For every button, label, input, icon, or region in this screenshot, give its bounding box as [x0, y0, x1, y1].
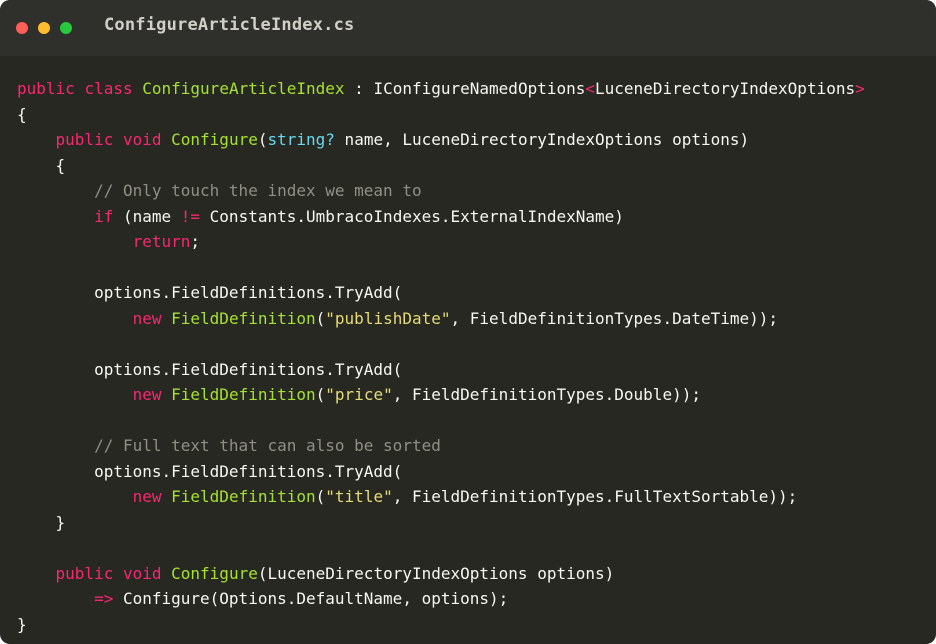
code-token-keyword: void: [122, 563, 162, 583]
code-token-type: ConfigureArticleIndex: [142, 79, 345, 98]
code-token-plain: options.FieldDefinitions.TryAdd(: [17, 461, 403, 481]
code-token-keyword: class: [84, 79, 133, 98]
code-token-type: FieldDefinition: [171, 487, 316, 506]
code-line: new FieldDefinition("price", FieldDefini…: [17, 382, 865, 408]
code-line: }: [17, 510, 865, 536]
code-block[interactable]: public class ConfigureArticleIndex : ICo…: [17, 76, 865, 637]
code-window: ConfigureArticleIndex.cs public class Co…: [0, 0, 936, 644]
code-token-keyword: return: [132, 232, 191, 251]
code-line: new FieldDefinition("publishDate", Field…: [17, 306, 865, 332]
code-token-plain: (: [315, 487, 326, 506]
code-token-keyword: public: [17, 79, 75, 98]
code-token-plain: (: [315, 308, 326, 328]
code-token-keyword: <: [585, 79, 596, 98]
code-token-plain: {: [17, 155, 66, 175]
code-token-keyword: public: [55, 130, 114, 149]
code-line: public void Configure(string? name, Luce…: [17, 127, 865, 153]
code-token-plain: LuceneDirectoryIndexOptions: [595, 79, 856, 98]
code-token-keyword: =>: [94, 589, 114, 608]
code-token-keyword: !=: [180, 206, 201, 226]
code-token-plain: options.FieldDefinitions.TryAdd(: [17, 283, 403, 302]
file-title: ConfigureArticleIndex.cs: [104, 15, 355, 35]
code-token-string: "price": [325, 385, 393, 404]
code-token-type: FieldDefinition: [171, 308, 316, 328]
code-token-plain: options.FieldDefinitions.TryAdd(: [17, 359, 403, 379]
code-line: {: [17, 153, 865, 179]
code-token-plain: , FieldDefinitionTypes.Double));: [392, 385, 701, 404]
code-line: options.FieldDefinitions.TryAdd(: [17, 357, 865, 383]
code-token-plain: , FieldDefinitionTypes.DateTime));: [450, 308, 779, 328]
code-token-plain: }: [17, 614, 27, 634]
code-token-string: "title": [325, 487, 393, 506]
code-line: // Only touch the index we mean to: [17, 178, 865, 204]
code-line: public void Configure(LuceneDirectoryInd…: [17, 561, 865, 587]
title-bar: ConfigureArticleIndex.cs: [0, 0, 936, 56]
code-token-keyword: new: [132, 385, 162, 404]
code-token-comment: // Only touch the index we mean to: [94, 181, 422, 200]
code-token-plain: (name: [113, 206, 181, 226]
code-token-keyword: if: [94, 206, 114, 226]
code-line: options.FieldDefinitions.TryAdd(: [17, 280, 865, 306]
code-token-plain: (: [315, 385, 326, 404]
minimize-dot[interactable]: [38, 22, 50, 34]
zoom-dot[interactable]: [60, 22, 72, 34]
code-line: public class ConfigureArticleIndex : ICo…: [17, 76, 865, 102]
code-token-comment: // Full text that can also be sorted: [94, 436, 441, 455]
code-token-plain: name, LuceneDirectoryIndexOptions option…: [334, 130, 750, 149]
code-line: {: [17, 102, 865, 128]
code-token-string: "publishDate": [325, 308, 451, 328]
code-token-keyword: new: [132, 308, 162, 328]
code-line: options.FieldDefinitions.TryAdd(: [17, 459, 865, 485]
code-line: return;: [17, 229, 865, 255]
code-token-plain: (LuceneDirectoryIndexOptions options): [257, 563, 615, 583]
code-token-type: Configure: [171, 130, 258, 149]
code-line: new FieldDefinition("title", FieldDefini…: [17, 484, 865, 510]
code-line: => Configure(Options.DefaultName, option…: [17, 586, 865, 612]
code-token-type: FieldDefinition: [171, 385, 316, 404]
code-line: if (name != Constants.UmbracoIndexes.Ext…: [17, 204, 865, 230]
code-token-keyword: new: [132, 487, 162, 506]
code-token-plain: }: [17, 512, 66, 532]
close-dot[interactable]: [16, 22, 28, 34]
code-token-plain: Constants.UmbracoIndexes.ExternalIndexNa…: [200, 206, 624, 226]
code-token-keyword: void: [122, 130, 162, 149]
code-token-plain: ;: [190, 232, 201, 251]
code-token-plain: Configure(Options.DefaultName, options);: [113, 589, 509, 608]
code-token-keyword: >: [855, 79, 865, 98]
code-token-plain: : IConfigureNamedOptions: [344, 79, 586, 98]
code-token-type: Configure: [171, 563, 258, 583]
code-line: // Full text that can also be sorted: [17, 433, 865, 459]
code-token-builtin: string?: [267, 130, 335, 149]
code-token-keyword: public: [55, 563, 114, 583]
code-line: }: [17, 612, 865, 638]
code-token-plain: {: [17, 104, 27, 124]
code-token-plain: , FieldDefinitionTypes.FullTextSortable)…: [392, 487, 798, 506]
